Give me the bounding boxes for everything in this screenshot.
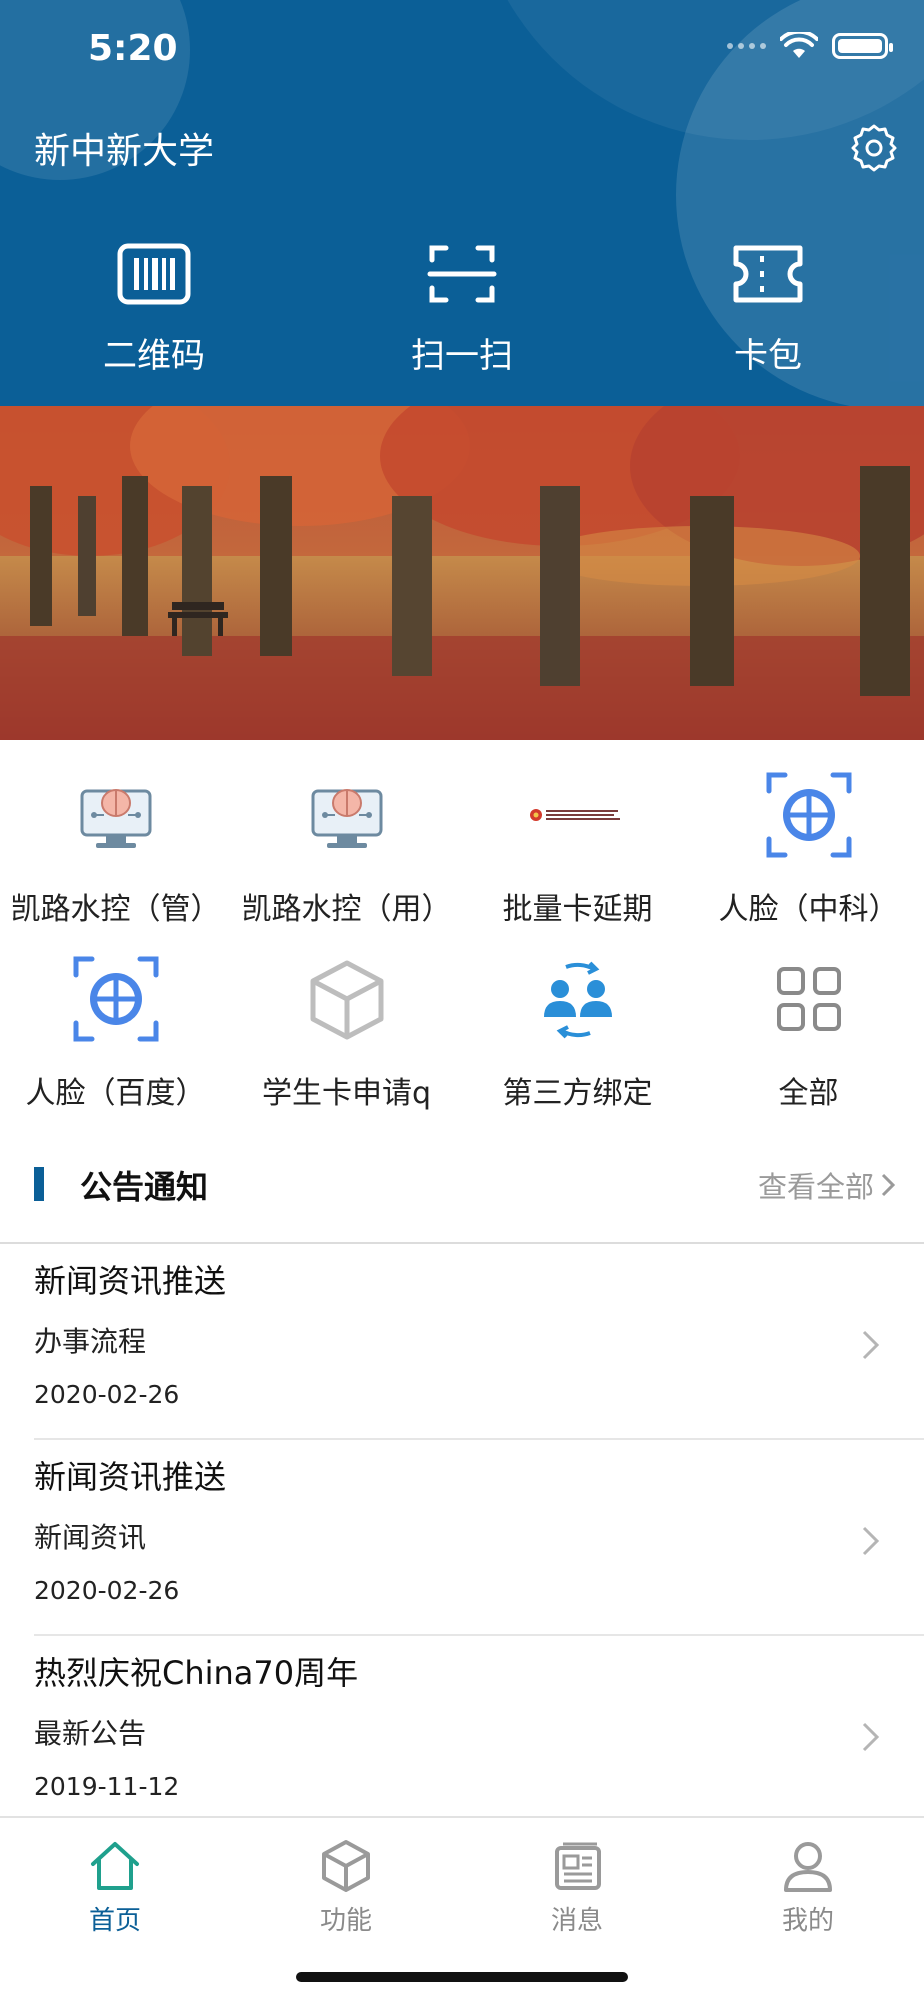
quick-action-label: 卡包 — [734, 336, 802, 376]
tab-label: 我的 — [781, 1906, 834, 1936]
grid-item-label: 学生卡申请q — [261, 1076, 432, 1111]
quick-action-scan[interactable]: 扫一扫 — [362, 238, 562, 377]
grid-item-water-control-user[interactable]: 凯路水控（用） — [231, 760, 462, 928]
home-indicator[interactable] — [296, 1972, 628, 1982]
grid-item-student-card-apply[interactable]: 学生卡申请q — [231, 944, 462, 1112]
header: 5:20 新中新大学 二维码 扫一扫 卡包 — [0, 0, 924, 406]
grid-item-batch-card-extend[interactable]: 批量卡延期 — [462, 760, 693, 928]
brain-monitor-icon — [80, 789, 151, 848]
person-icon — [784, 1842, 832, 1892]
tab-profile[interactable]: 我的 — [728, 1838, 888, 1937]
grid-item-label: 第三方绑定 — [502, 1076, 653, 1111]
quick-action-label: 二维码 — [103, 336, 205, 376]
grid-item-water-control-admin[interactable]: 凯路水控（管） — [0, 760, 231, 928]
signal-icon — [727, 43, 766, 49]
news-list-item[interactable]: 热烈庆祝China70周年 最新公告 2019-11-12 — [0, 1636, 924, 1832]
quick-action-qrcode[interactable]: 二维码 — [54, 238, 254, 377]
chevron-right-icon — [862, 1722, 880, 1752]
news-title: 热烈庆祝China70周年 — [34, 1654, 359, 1692]
grid-item-face-baidu[interactable]: 人脸（百度） — [0, 944, 231, 1112]
chevron-right-icon — [862, 1526, 880, 1556]
grid-item-all[interactable]: 全部 — [693, 944, 924, 1112]
news-list-item[interactable]: 新闻资讯推送 办事流程 2020-02-26 — [0, 1244, 924, 1440]
face-scan-icon — [73, 956, 158, 1042]
user-sync-icon — [543, 961, 612, 1039]
news-title: 新闻资讯推送 — [34, 1458, 227, 1496]
battery-icon — [832, 33, 893, 59]
news-date: 2020-02-26 — [34, 1380, 180, 1409]
news-category: 办事流程 — [34, 1325, 147, 1358]
news-category: 新闻资讯 — [34, 1521, 147, 1554]
tab-messages[interactable]: 消息 — [497, 1838, 657, 1937]
grid-item-label: 人脸（中科） — [718, 892, 899, 927]
view-all-label: 查看全部 — [757, 1170, 874, 1204]
settings-gear-icon[interactable] — [848, 122, 900, 174]
college-logo-icon — [529, 809, 620, 821]
status-icons — [727, 32, 893, 60]
cube-icon — [310, 960, 383, 1040]
home-icon — [91, 1842, 139, 1890]
news-list-item[interactable]: 新闻资讯推送 新闻资讯 2020-02-26 — [0, 1440, 924, 1636]
cube-icon — [322, 1840, 370, 1892]
grid-icon — [776, 967, 841, 1031]
school-name: 新中新大学 — [34, 131, 215, 172]
news-date: 2020-02-26 — [34, 1576, 180, 1605]
news-category: 最新公告 — [34, 1717, 147, 1750]
brain-monitor-icon — [311, 789, 382, 848]
tab-label: 消息 — [550, 1906, 603, 1936]
grid-item-label: 凯路水控（用） — [241, 892, 452, 927]
notice-section-title: 公告通知 — [80, 1168, 209, 1206]
face-scan-icon — [766, 772, 851, 858]
banner-image — [0, 406, 924, 740]
section-accent-bar — [34, 1167, 44, 1201]
grid-item-label: 批量卡延期 — [502, 892, 653, 927]
chevron-right-icon — [881, 1173, 896, 1197]
scan-icon — [427, 245, 497, 303]
news-title: 新闻资讯推送 — [34, 1262, 227, 1300]
tab-label: 功能 — [319, 1906, 372, 1936]
status-time: 5:20 — [88, 28, 178, 69]
grid-item-third-party-binding[interactable]: 第三方绑定 — [462, 944, 693, 1112]
view-all-link[interactable]: 查看全部 — [758, 1164, 896, 1206]
tab-functions[interactable]: 功能 — [266, 1838, 426, 1937]
wifi-icon — [780, 32, 818, 58]
quick-action-card-wallet[interactable]: 卡包 — [668, 238, 868, 377]
newspaper-icon — [555, 1842, 601, 1890]
card-wallet-icon — [733, 245, 803, 303]
tab-home[interactable]: 首页 — [35, 1838, 195, 1937]
grid-item-label: 人脸（百度） — [25, 1076, 206, 1111]
grid-item-face-zhongke[interactable]: 人脸（中科） — [693, 760, 924, 928]
tab-label: 首页 — [88, 1906, 141, 1936]
grid-item-label: 全部 — [778, 1076, 839, 1111]
quick-action-label: 扫一扫 — [411, 336, 513, 376]
grid-item-label: 凯路水控（管） — [10, 892, 221, 927]
news-date: 2019-11-12 — [34, 1772, 180, 1801]
barcode-icon — [117, 243, 191, 305]
chevron-right-icon — [862, 1330, 880, 1360]
banner-carousel[interactable] — [0, 406, 924, 740]
